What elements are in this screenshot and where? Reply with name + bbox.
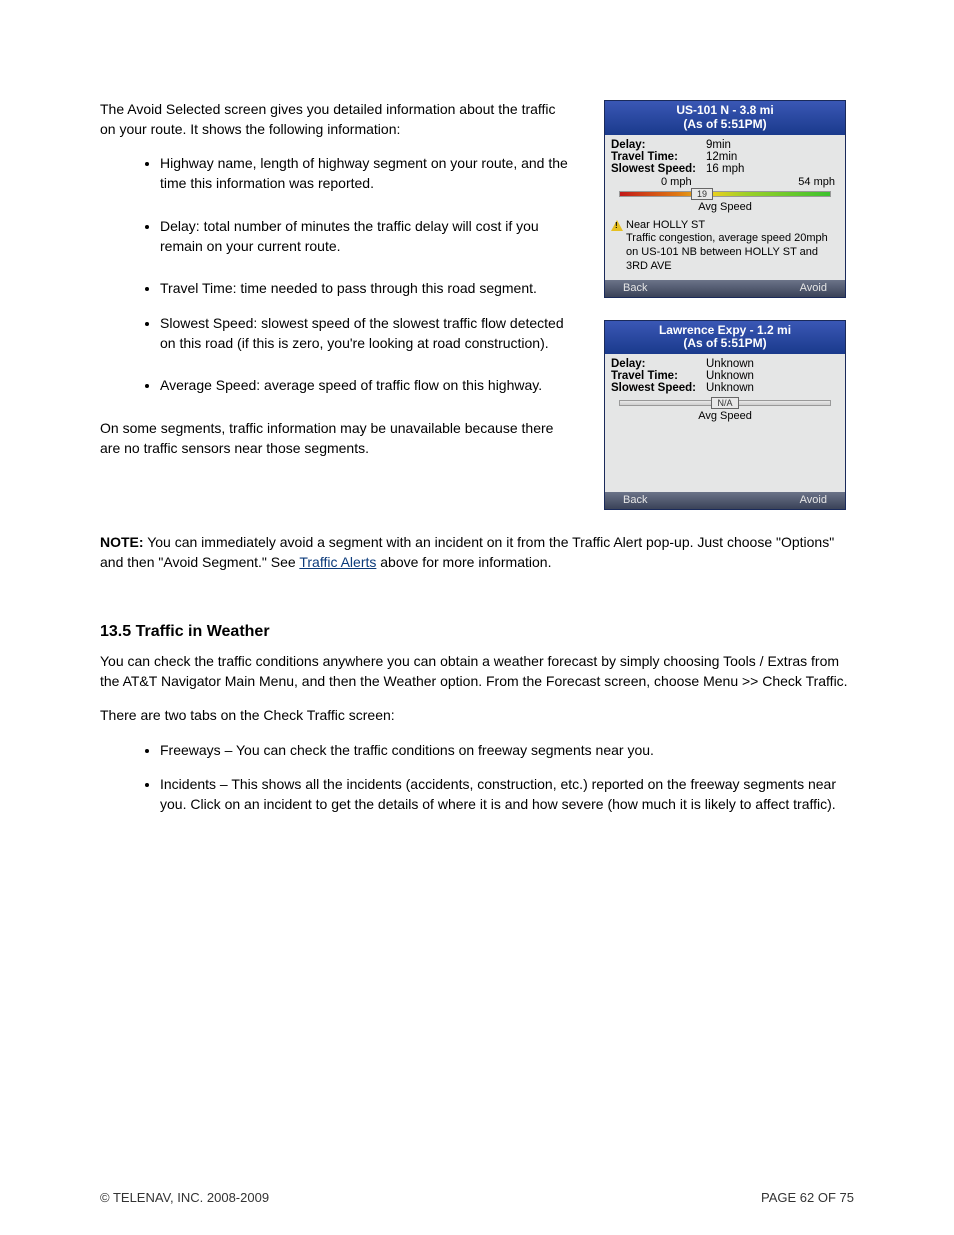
header-subtitle: (As of 5:51PM) (605, 337, 845, 351)
back-button[interactable]: Back (623, 282, 647, 294)
delay-label: Delay: (611, 358, 706, 370)
after-list-text: On some segments, traffic information ma… (100, 418, 574, 459)
feature-list: Highway name, length of highway segment … (100, 153, 574, 395)
header-title: US-101 N - 3.8 mi (605, 104, 845, 118)
avg-speed-label: Avg Speed (611, 201, 839, 213)
speed-bar: N/A (619, 398, 831, 408)
section-body-1: You can check the traffic conditions any… (100, 651, 854, 692)
section-heading: 13.5 Traffic in Weather (100, 623, 854, 641)
avoid-button[interactable]: Avoid (800, 282, 827, 294)
delay-row: Delay: Unknown (611, 358, 839, 370)
list-item: Incidents – This shows all the incidents… (160, 774, 854, 815)
travel-value: Unknown (706, 370, 754, 382)
screen-header: Lawrence Expy - 1.2 mi (As of 5:51PM) (605, 321, 845, 355)
traffic-alerts-link[interactable]: Traffic Alerts (299, 554, 376, 570)
speed-marker: 19 (691, 188, 713, 200)
avg-speed-label: Avg Speed (611, 410, 839, 422)
traffic-tabs-list: Freeways – You can check the traffic con… (100, 740, 854, 815)
delay-row: Delay: 9min (611, 139, 839, 151)
travel-row: Travel Time: 12min (611, 151, 839, 163)
travel-row: Travel Time: Unknown (611, 370, 839, 382)
range-low: 0 mph (661, 176, 692, 188)
screen-header: US-101 N - 3.8 mi (As of 5:51PM) (605, 101, 845, 135)
slowest-label: Slowest Speed: (611, 163, 706, 175)
list-item: Freeways – You can check the traffic con… (160, 740, 854, 760)
screenshot-2: Lawrence Expy - 1.2 mi (As of 5:51PM) De… (604, 320, 846, 511)
speed-gradient (619, 191, 831, 197)
delay-value: Unknown (706, 358, 754, 370)
slowest-value: Unknown (706, 382, 754, 394)
note-text-post: above for more information. (376, 554, 551, 570)
page-number: PAGE 62 OF 75 (761, 1190, 854, 1205)
delay-label: Delay: (611, 139, 706, 151)
incident-detail: Traffic congestion, average speed 20mph … (626, 232, 828, 272)
list-item: Highway name, length of highway segment … (160, 153, 574, 194)
header-title: Lawrence Expy - 1.2 mi (605, 324, 845, 338)
copyright: © TELENAV, INC. 2008-2009 (100, 1190, 269, 1205)
speed-marker: N/A (711, 397, 739, 409)
header-subtitle: (As of 5:51PM) (605, 118, 845, 132)
slowest-row: Slowest Speed: 16 mph (611, 163, 839, 175)
avoid-button[interactable]: Avoid (800, 494, 827, 506)
screenshot-1: US-101 N - 3.8 mi (As of 5:51PM) Delay: … (604, 100, 846, 298)
note-label: NOTE: (100, 534, 144, 550)
slowest-label: Slowest Speed: (611, 382, 706, 394)
list-item: Slowest Speed: slowest speed of the slow… (160, 313, 574, 354)
incident-location: Near HOLLY ST (626, 219, 705, 231)
intro-text: The Avoid Selected screen gives you deta… (100, 100, 574, 139)
speed-range: 0 mph 54 mph (611, 176, 839, 188)
section-body-2: There are two tabs on the Check Traffic … (100, 705, 854, 725)
page-footer: © TELENAV, INC. 2008-2009 PAGE 62 OF 75 (100, 1190, 854, 1205)
speed-bar: 19 (619, 189, 831, 199)
list-item: Average Speed: average speed of traffic … (160, 375, 574, 395)
travel-value: 12min (706, 151, 737, 163)
screen-footer: Back Avoid (605, 280, 845, 297)
incident-text: Near HOLLY ST Traffic congestion, averag… (626, 219, 835, 274)
slowest-row: Slowest Speed: Unknown (611, 382, 839, 394)
warning-icon (611, 220, 623, 231)
incident-block: Near HOLLY ST Traffic congestion, averag… (611, 219, 839, 274)
note-block: NOTE: You can immediately avoid a segmen… (100, 532, 854, 573)
list-item: Travel Time: time needed to pass through… (160, 278, 574, 298)
travel-label: Travel Time: (611, 370, 706, 382)
travel-label: Travel Time: (611, 151, 706, 163)
delay-value: 9min (706, 139, 731, 151)
list-item: Delay: total number of minutes the traff… (160, 216, 574, 257)
slowest-value: 16 mph (706, 163, 744, 175)
screen-footer: Back Avoid (605, 492, 845, 509)
back-button[interactable]: Back (623, 494, 647, 506)
range-high: 54 mph (798, 176, 835, 188)
